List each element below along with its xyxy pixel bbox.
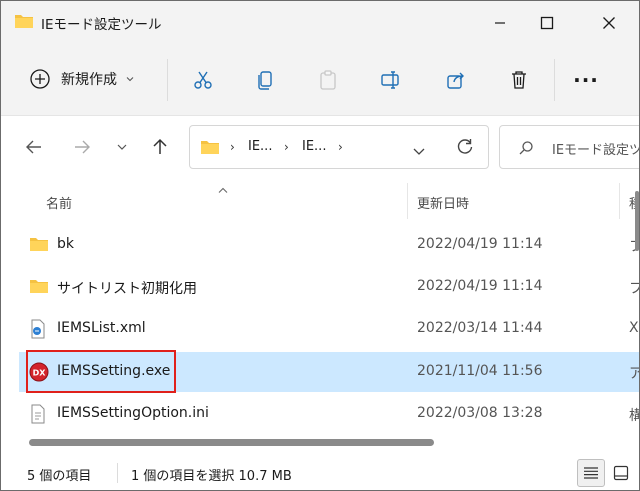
- file-row-bk[interactable]: bk 2022/04/19 11:14 フ: [19, 225, 639, 265]
- column-header: 名前 更新日時 種: [1, 179, 639, 223]
- ini-file-icon: [29, 404, 49, 424]
- status-bar: 5 個の項目 1 個の項目を選択 10.7 MB: [1, 453, 639, 490]
- minimize-button[interactable]: [477, 1, 523, 45]
- new-button-label: 新規作成: [61, 72, 117, 88]
- back-button[interactable]: [21, 134, 47, 160]
- toolbar-separator: [554, 59, 555, 101]
- delete-button[interactable]: [503, 64, 535, 96]
- share-icon: [447, 72, 464, 89]
- more-options-button[interactable]: ···: [570, 64, 602, 96]
- status-item-count: 5 個の項目: [27, 469, 92, 484]
- file-date: 2022/03/14 11:44: [417, 320, 543, 336]
- column-date-header[interactable]: 更新日時: [417, 193, 469, 212]
- folder-icon: [29, 277, 49, 297]
- breadcrumb-separator: ›: [338, 140, 343, 154]
- file-row-sitelist-init[interactable]: サイトリスト初期化用 2022/04/19 11:14 フ: [19, 267, 639, 307]
- status-selection: 1 個の項目を選択 10.7 MB: [131, 469, 292, 484]
- forward-button[interactable]: [69, 134, 95, 160]
- chevron-down-icon: [413, 148, 425, 155]
- recent-locations-button[interactable]: [109, 134, 135, 160]
- file-row-iemssettingoption-ini[interactable]: IEMSSettingOption.ini 2022/03/08 13:28 構: [19, 394, 639, 434]
- file-date: 2022/04/19 11:14: [417, 236, 543, 252]
- file-type: ア: [629, 363, 639, 383]
- file-type: フ: [629, 278, 639, 298]
- file-date: 2022/03/08 13:28: [417, 405, 543, 421]
- folder-icon: [14, 12, 34, 30]
- refresh-icon: [457, 139, 473, 154]
- refresh-button[interactable]: [456, 138, 474, 160]
- plus-circle-icon: [30, 69, 50, 89]
- breadcrumb-separator: ›: [230, 140, 235, 154]
- address-bar[interactable]: › IE... › IE... ›: [189, 125, 489, 169]
- minimize-icon: [495, 22, 505, 24]
- clipboard-icon: [320, 70, 336, 90]
- highlight-box: [26, 350, 176, 393]
- new-button[interactable]: 新規作成: [29, 64, 135, 94]
- details-view-button[interactable]: [577, 459, 605, 487]
- trash-icon: [512, 71, 526, 89]
- maximize-icon: [540, 16, 554, 30]
- copy-button[interactable]: [249, 64, 281, 96]
- search-box[interactable]: IEモード設定ツ: [499, 125, 640, 169]
- copy-icon: [258, 71, 272, 90]
- arrow-right-icon: [75, 140, 90, 154]
- xml-file-icon: [29, 319, 49, 339]
- tile-view-icon: [613, 465, 629, 481]
- chevron-down-icon: [126, 77, 134, 82]
- file-type: X: [629, 320, 639, 336]
- vertical-scrollbar[interactable]: [635, 191, 639, 251]
- close-icon: [603, 17, 615, 29]
- command-bar: 新規作成 ···: [1, 45, 639, 116]
- column-divider[interactable]: [619, 183, 620, 219]
- more-icon: ···: [573, 68, 599, 92]
- chevron-down-icon: [117, 144, 127, 150]
- file-row-iemslist-xml[interactable]: IEMSList.xml 2022/03/14 11:44 X: [19, 309, 639, 349]
- file-name: bk: [57, 236, 74, 252]
- rename-button[interactable]: [376, 64, 408, 96]
- arrow-left-icon: [26, 140, 41, 154]
- sort-ascending-icon: [217, 179, 229, 198]
- share-button[interactable]: [440, 64, 472, 96]
- tiles-view-button[interactable]: [607, 459, 635, 487]
- horizontal-scrollbar[interactable]: [29, 439, 434, 446]
- file-type: 構: [629, 405, 639, 425]
- file-name: サイトリスト初期化用: [57, 281, 197, 297]
- maximize-button[interactable]: [524, 1, 570, 45]
- column-name-header[interactable]: 名前: [46, 193, 72, 212]
- list-view-icon: [584, 467, 598, 479]
- navigation-row: › IE... › IE... › IEモード設定ツ: [1, 116, 639, 178]
- up-button[interactable]: [147, 134, 173, 160]
- address-history-button[interactable]: [412, 142, 426, 161]
- title-bar[interactable]: IEモード設定ツール: [1, 1, 639, 45]
- breadcrumb-item[interactable]: IE...: [302, 139, 326, 154]
- search-icon: [518, 140, 534, 160]
- file-date: 2021/11/04 11:56: [417, 363, 543, 379]
- folder-icon: [200, 138, 220, 160]
- rename-icon: [381, 71, 399, 89]
- file-date: 2022/04/19 11:14: [417, 278, 543, 294]
- breadcrumb-separator: ›: [284, 140, 289, 154]
- explorer-window: IEモード設定ツール 新規作成 ··· › IE... › IE... › IE…: [0, 0, 640, 491]
- toolbar-separator: [167, 59, 168, 101]
- breadcrumb-item[interactable]: IE...: [248, 139, 272, 154]
- window-title: IEモード設定ツール: [41, 17, 162, 33]
- search-placeholder: IEモード設定ツ: [552, 143, 640, 158]
- file-name: IEMSSettingOption.ini: [57, 405, 209, 421]
- cut-button[interactable]: [187, 64, 219, 96]
- close-button[interactable]: [586, 1, 632, 45]
- arrow-up-icon: [153, 138, 167, 154]
- folder-icon: [29, 235, 49, 255]
- status-divider: [117, 463, 118, 483]
- column-divider[interactable]: [407, 183, 408, 219]
- scissors-icon: [194, 71, 212, 89]
- file-name: IEMSList.xml: [57, 320, 146, 336]
- paste-button[interactable]: [312, 64, 344, 96]
